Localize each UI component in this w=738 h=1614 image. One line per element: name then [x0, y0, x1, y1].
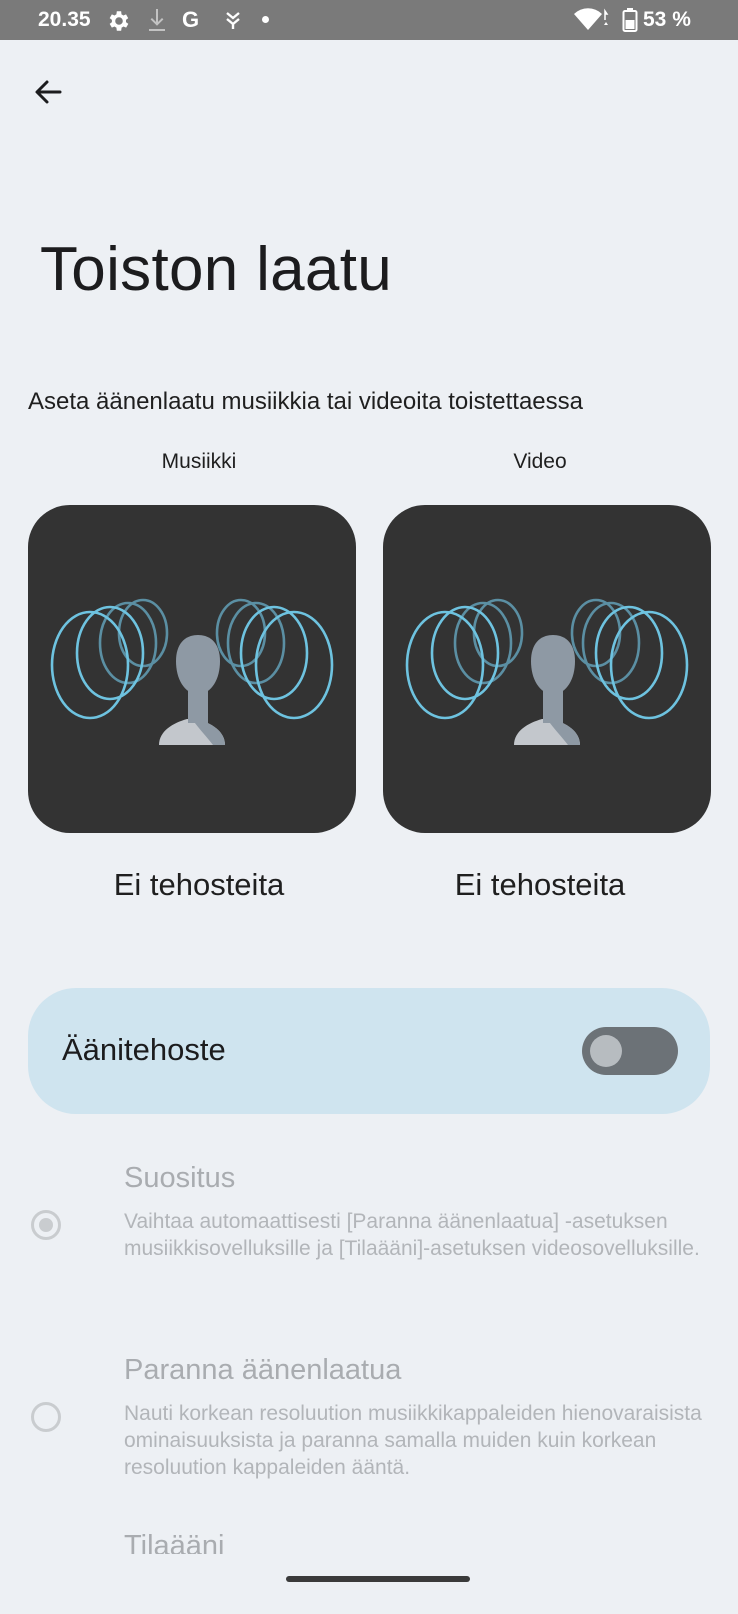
music-card-caption: Ei tehosteita — [113, 867, 285, 902]
app-notification-icon — [226, 12, 240, 29]
spatial-audio-illustration — [405, 598, 689, 745]
page-title: Toiston laatu — [40, 235, 393, 304]
wifi-icon — [574, 8, 609, 31]
spatial-audio-illustration — [50, 598, 334, 745]
option-enhance-subtitle: Nauti korkean resoluution musiikkikappal… — [124, 1402, 702, 1479]
sound-effect-row[interactable]: Äänitehoste — [28, 988, 710, 1114]
google-icon: G — [182, 7, 200, 32]
bottom-nav-area — [0, 1554, 738, 1614]
download-icon — [149, 9, 165, 31]
battery-icon — [622, 8, 638, 32]
radio-selected-dot — [39, 1218, 53, 1232]
music-effect-card[interactable] — [28, 505, 356, 833]
video-card-label: Video — [513, 450, 567, 473]
video-card-caption: Ei tehosteita — [454, 867, 626, 902]
page-description: Aseta äänenlaatu musiikkia tai videoita … — [28, 388, 583, 415]
back-arrow-icon[interactable] — [30, 74, 66, 110]
home-gesture-bar[interactable] — [286, 1576, 470, 1582]
radio-enhance-quality[interactable] — [31, 1402, 61, 1432]
option-recommended-title: Suositus — [124, 1162, 236, 1194]
sound-effect-label: Äänitehoste — [62, 1032, 226, 1067]
status-time: 20.35 — [38, 8, 91, 31]
option-recommended-subtitle: Vaihtaa automaattisesti [Paranna äänenla… — [124, 1210, 700, 1260]
option-enhance-quality[interactable]: Paranna äänenlaatua Nauti korkean resolu… — [0, 1352, 738, 1502]
option-enhance-title: Paranna äänenlaatua — [124, 1354, 402, 1386]
battery-percent: 53 % — [643, 8, 691, 31]
dot-icon — [262, 16, 269, 23]
toggle-knob — [590, 1035, 622, 1067]
gear-icon — [109, 11, 129, 31]
sound-effect-toggle[interactable] — [582, 1027, 678, 1075]
music-card-label: Musiikki — [161, 450, 237, 473]
option-recommended[interactable]: Suositus Vaihtaa automaattisesti [Parann… — [0, 1160, 738, 1310]
radio-recommended[interactable] — [31, 1210, 61, 1240]
video-effect-card[interactable] — [383, 505, 711, 833]
status-bar: 20.35 G 53 % — [0, 0, 738, 40]
